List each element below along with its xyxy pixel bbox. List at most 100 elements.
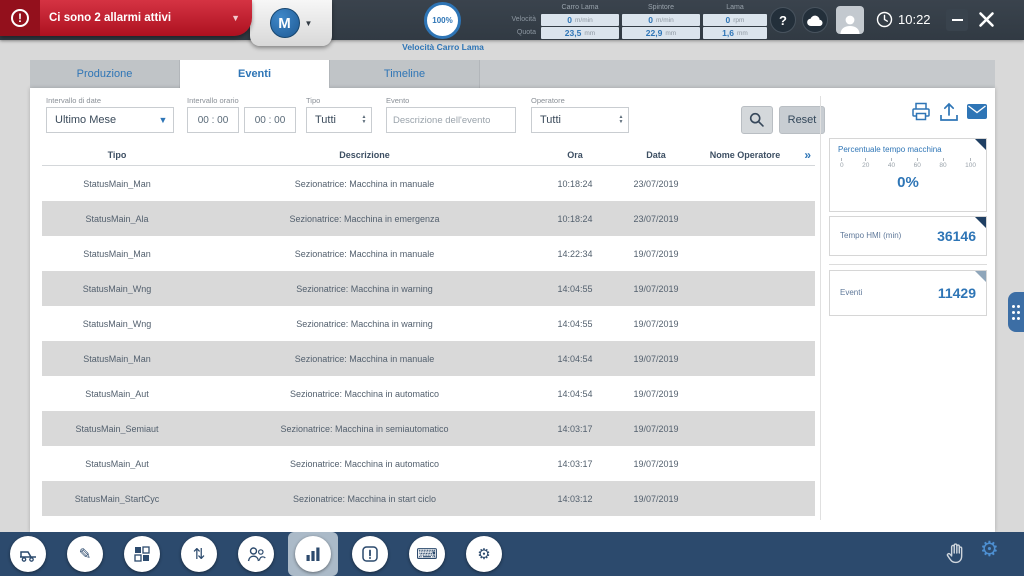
hmi-time-label: Tempo HMI (min) (840, 231, 937, 241)
card-fold-corner[interactable] (975, 271, 986, 282)
panel-divider (820, 96, 821, 520)
print-button[interactable] (909, 100, 933, 122)
modules-page-button[interactable] (124, 536, 160, 572)
event-date: 19/07/2019 (613, 459, 699, 469)
event-type: StatusMain_Wng (42, 319, 192, 329)
table-row[interactable]: StatusMain_Man Sezionatrice: Macchina in… (42, 341, 815, 376)
cloud-button[interactable] (802, 7, 828, 33)
table-row[interactable]: StatusMain_Man Sezionatrice: Macchina in… (42, 236, 815, 271)
side-panel-handle[interactable] (1008, 292, 1024, 332)
events-table: Tipo Descrizione Ora Data Nome Operatore… (42, 144, 815, 516)
speed-gauge: 100% (424, 2, 461, 39)
close-button[interactable] (978, 11, 995, 33)
touch-mode-button[interactable] (944, 541, 964, 570)
modules-icon (133, 545, 151, 563)
event-type: StatusMain_Aut (42, 389, 192, 399)
speed-value: 0m/min (622, 14, 700, 26)
event-description: Sezionatrice: Macchina in automatico (192, 459, 537, 469)
table-row[interactable]: StatusMain_Aut Sezionatrice: Macchina in… (42, 446, 815, 481)
event-date: 19/07/2019 (613, 389, 699, 399)
speed-gauge-value: 100% (432, 16, 452, 25)
alarm-banner-text: Ci sono 2 allarmi attivi (49, 12, 231, 24)
tab-eventi[interactable]: Eventi (180, 60, 330, 88)
tab-timeline[interactable]: Timeline (330, 60, 480, 88)
event-time: 14:22:34 (537, 249, 613, 259)
statistics-page-button[interactable] (295, 536, 331, 572)
alarm-banner[interactable]: ! Ci sono 2 allarmi attivi ▼ (0, 0, 252, 36)
help-button[interactable]: ? (770, 7, 796, 33)
axis-name: Lama (703, 2, 767, 13)
keyboard-icon: ⌨ (416, 547, 438, 562)
speed-value: 0m/min (541, 14, 619, 26)
settings-button[interactable]: ⚙ (980, 539, 999, 560)
search-button[interactable] (741, 106, 773, 134)
service-page-button[interactable]: ⚙ (466, 536, 502, 572)
table-row[interactable]: StatusMain_Ala Sezionatrice: Macchina in… (42, 201, 815, 236)
operator-select[interactable]: Tutti ▲▼ (531, 107, 629, 133)
minimize-button[interactable] (946, 9, 968, 31)
event-date: 19/07/2019 (613, 249, 699, 259)
warning-icon: ! (11, 9, 29, 27)
brand-logo-letter: M (270, 8, 300, 38)
event-time: 14:03:17 (537, 459, 613, 469)
card-fold-corner[interactable] (975, 217, 986, 228)
expand-columns-icon[interactable]: » (804, 148, 811, 162)
alarms-page-button[interactable] (352, 536, 388, 572)
speed-row-label: Velocità (488, 14, 538, 26)
time-from-input[interactable]: 00 : 00 (187, 107, 239, 133)
event-description-input[interactable] (386, 107, 516, 133)
event-time: 14:03:17 (537, 424, 613, 434)
machine-page-button[interactable] (10, 536, 46, 572)
bottom-toolbar: ✎ ⇅ ⌨ ⚙ ⚙ (0, 532, 1024, 576)
clock-icon (876, 11, 893, 28)
alarm-icon (361, 545, 379, 563)
event-type: StatusMain_Man (42, 354, 192, 364)
event-description: Sezionatrice: Macchina in emergenza (192, 214, 537, 224)
brand-logo[interactable]: M ▼ (250, 0, 332, 46)
chevron-down-icon: ▼ (153, 115, 173, 125)
table-row[interactable]: StatusMain_Wng Sezionatrice: Macchina in… (42, 271, 815, 306)
event-type: StatusMain_Man (42, 249, 192, 259)
mail-button[interactable] (965, 100, 989, 122)
table-row[interactable]: StatusMain_Aut Sezionatrice: Macchina in… (42, 376, 815, 411)
spinner-icon: ▲▼ (357, 115, 371, 125)
quota-value: 1,6mm (703, 27, 767, 39)
avatar[interactable] (836, 6, 864, 34)
event-date: 23/07/2019 (613, 179, 699, 189)
machine-time-card: Percentuale tempo macchina 0 20 40 60 80… (829, 138, 987, 212)
date-range-select[interactable]: Ultimo Mese ▼ (46, 107, 174, 133)
chevron-down-icon: ▼ (231, 13, 240, 23)
quota-row-label: Quota (488, 27, 538, 39)
event-description: Sezionatrice: Macchina in manuale (192, 354, 537, 364)
export-button[interactable] (937, 100, 961, 122)
table-row[interactable]: StatusMain_Semiaut Sezionatrice: Macchin… (42, 411, 815, 446)
card-fold-corner[interactable] (975, 139, 986, 150)
reset-button[interactable]: Reset (779, 106, 825, 134)
event-time: 10:18:24 (537, 214, 613, 224)
date-range-label: Intervallo di date (46, 96, 101, 105)
question-icon: ? (779, 13, 787, 28)
axes-telemetry: Carro Lama Spintore Lama Velocità 0m/min… (488, 2, 780, 39)
keyboard-page-button[interactable]: ⌨ (409, 536, 445, 572)
gear-icon: ⚙ (477, 547, 490, 562)
table-row[interactable]: StatusMain_Wng Sezionatrice: Macchina in… (42, 306, 815, 341)
table-row[interactable]: StatusMain_Man Sezionatrice: Macchina in… (42, 166, 815, 201)
event-type: StatusMain_Wng (42, 284, 192, 294)
operators-page-button[interactable] (238, 536, 274, 572)
time-to-input[interactable]: 00 : 00 (244, 107, 296, 133)
table-header: Tipo Descrizione Ora Data Nome Operatore… (42, 144, 815, 166)
col-operatore: Nome Operatore (699, 150, 791, 160)
col-ora: Ora (537, 150, 613, 160)
user-icon (838, 12, 862, 34)
event-time: 14:04:55 (537, 284, 613, 294)
event-type: StatusMain_Ala (42, 214, 192, 224)
upload-icon (938, 101, 960, 122)
event-type: StatusMain_Aut (42, 459, 192, 469)
table-row[interactable]: StatusMain_StartCyc Sezionatrice: Macchi… (42, 481, 815, 516)
edit-page-button[interactable]: ✎ (67, 536, 103, 572)
jog-page-button[interactable]: ⇅ (181, 536, 217, 572)
tab-produzione[interactable]: Produzione (30, 60, 180, 88)
type-label: Tipo (306, 96, 320, 105)
axis-name: Spintore (622, 2, 700, 13)
type-select[interactable]: Tutti ▲▼ (306, 107, 372, 133)
